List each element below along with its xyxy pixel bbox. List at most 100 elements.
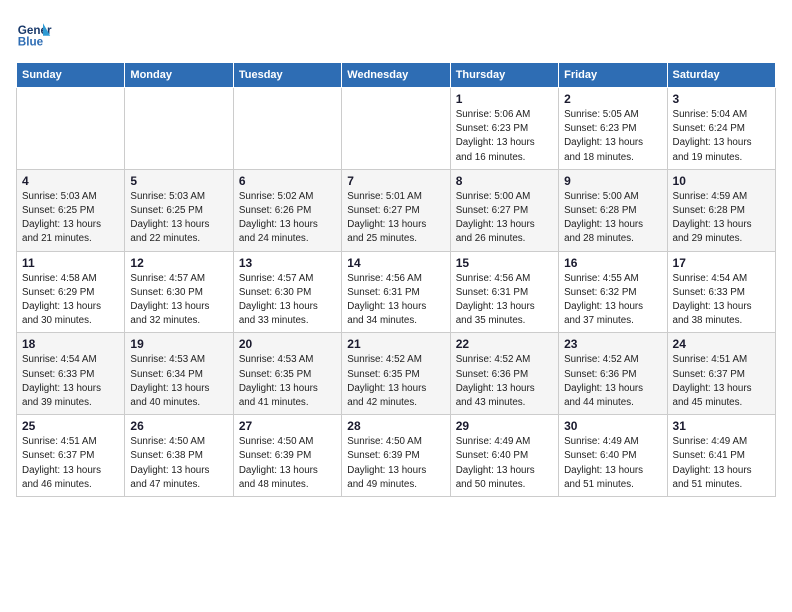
- day-cell: 4 Sunrise: 5:03 AM Sunset: 6:25 PM Daylig…: [17, 169, 125, 251]
- day-info: Sunrise: 4:51 AM Sunset: 6:37 PM Dayligh…: [22, 435, 119, 492]
- day-number: 7: [347, 174, 444, 188]
- day-info: Sunrise: 4:54 AM Sunset: 6:33 PM Dayligh…: [673, 272, 770, 329]
- day-cell: 16Sunrise: 4:55 AM Sunset: 6:32 PM Dayli…: [559, 251, 667, 333]
- day-info: Sunrise: 4:52 AM Sunset: 6:36 PM Dayligh…: [456, 353, 553, 410]
- day-cell: 13 Sunrise: 4:57 AM Sunset: 6:30 PM Dayli…: [233, 251, 341, 333]
- day-header-monday: Monday: [125, 63, 233, 88]
- day-cell: 7 Sunrise: 5:01 AM Sunset: 6:27 PM Daylig…: [342, 169, 450, 251]
- day-info: Sunrise: 5:02 AM Sunset: 6:26 PM Dayligh…: [239, 190, 336, 247]
- day-info: Sunrise: 5:00 AM Sunset: 6:27 PM Dayligh…: [456, 190, 553, 247]
- day-info: Sunrise: 4:50 AM Sunset: 6:38 PM Dayligh…: [130, 435, 227, 492]
- day-number: 8: [456, 174, 553, 188]
- week-row-2: 4 Sunrise: 5:03 AM Sunset: 6:25 PM Daylig…: [17, 169, 776, 251]
- day-cell: 3Sunrise: 5:04 AM Sunset: 6:24 PM Daylig…: [667, 88, 775, 170]
- week-row-1: 1 Sunrise: 5:06 AM Sunset: 6:23 PM Daylig…: [17, 88, 776, 170]
- day-number: 28: [347, 419, 444, 433]
- day-cell: 25 Sunrise: 4:51 AM Sunset: 6:37 PM Dayli…: [17, 415, 125, 497]
- day-cell: 1 Sunrise: 5:06 AM Sunset: 6:23 PM Daylig…: [450, 88, 558, 170]
- day-number: 21: [347, 337, 444, 351]
- page-header: General Blue: [16, 16, 776, 52]
- day-number: 2: [564, 92, 661, 106]
- day-number: 4: [22, 174, 119, 188]
- day-header-friday: Friday: [559, 63, 667, 88]
- day-number: 31: [673, 419, 770, 433]
- day-cell: 10 Sunrise: 4:59 AM Sunset: 6:28 PM Dayli…: [667, 169, 775, 251]
- day-info: Sunrise: 4:57 AM Sunset: 6:30 PM Dayligh…: [239, 272, 336, 329]
- day-number: 18: [22, 337, 119, 351]
- day-number: 27: [239, 419, 336, 433]
- day-number: 11: [22, 256, 119, 270]
- day-cell: 31 Sunrise: 4:49 AM Sunset: 6:41 PM Dayli…: [667, 415, 775, 497]
- day-cell: 26 Sunrise: 4:50 AM Sunset: 6:38 PM Dayli…: [125, 415, 233, 497]
- calendar-header: SundayMondayTuesdayWednesdayThursdayFrid…: [17, 63, 776, 88]
- day-cell: [233, 88, 341, 170]
- day-info: Sunrise: 4:49 AM Sunset: 6:41 PM Dayligh…: [673, 435, 770, 492]
- day-number: 1: [456, 92, 553, 106]
- day-info: Sunrise: 5:03 AM Sunset: 6:25 PM Dayligh…: [130, 190, 227, 247]
- day-header-thursday: Thursday: [450, 63, 558, 88]
- day-header-wednesday: Wednesday: [342, 63, 450, 88]
- day-number: 25: [22, 419, 119, 433]
- day-info: Sunrise: 4:55 AM Sunset: 6:32 PM Dayligh…: [564, 272, 661, 329]
- day-number: 6: [239, 174, 336, 188]
- day-info: Sunrise: 4:54 AM Sunset: 6:33 PM Dayligh…: [22, 353, 119, 410]
- day-info: Sunrise: 4:49 AM Sunset: 6:40 PM Dayligh…: [456, 435, 553, 492]
- day-number: 30: [564, 419, 661, 433]
- day-info: Sunrise: 4:57 AM Sunset: 6:30 PM Dayligh…: [130, 272, 227, 329]
- day-info: Sunrise: 4:59 AM Sunset: 6:28 PM Dayligh…: [673, 190, 770, 247]
- day-cell: 5Sunrise: 5:03 AM Sunset: 6:25 PM Daylig…: [125, 169, 233, 251]
- day-cell: 8 Sunrise: 5:00 AM Sunset: 6:27 PM Daylig…: [450, 169, 558, 251]
- day-cell: 20Sunrise: 4:53 AM Sunset: 6:35 PM Dayli…: [233, 333, 341, 415]
- day-info: Sunrise: 5:05 AM Sunset: 6:23 PM Dayligh…: [564, 108, 661, 165]
- day-number: 15: [456, 256, 553, 270]
- day-number: 29: [456, 419, 553, 433]
- day-cell: 9Sunrise: 5:00 AM Sunset: 6:28 PM Daylig…: [559, 169, 667, 251]
- day-header-tuesday: Tuesday: [233, 63, 341, 88]
- day-number: 20: [239, 337, 336, 351]
- day-cell: 14 Sunrise: 4:56 AM Sunset: 6:31 PM Dayli…: [342, 251, 450, 333]
- week-row-5: 25 Sunrise: 4:51 AM Sunset: 6:37 PM Dayli…: [17, 415, 776, 497]
- day-info: Sunrise: 5:06 AM Sunset: 6:23 PM Dayligh…: [456, 108, 553, 165]
- day-number: 13: [239, 256, 336, 270]
- day-number: 10: [673, 174, 770, 188]
- day-info: Sunrise: 5:03 AM Sunset: 6:25 PM Dayligh…: [22, 190, 119, 247]
- day-cell: [342, 88, 450, 170]
- day-info: Sunrise: 4:49 AM Sunset: 6:40 PM Dayligh…: [564, 435, 661, 492]
- day-cell: 15 Sunrise: 4:56 AM Sunset: 6:31 PM Dayli…: [450, 251, 558, 333]
- day-info: Sunrise: 5:01 AM Sunset: 6:27 PM Dayligh…: [347, 190, 444, 247]
- day-number: 26: [130, 419, 227, 433]
- day-info: Sunrise: 5:04 AM Sunset: 6:24 PM Dayligh…: [673, 108, 770, 165]
- day-info: Sunrise: 4:51 AM Sunset: 6:37 PM Dayligh…: [673, 353, 770, 410]
- day-number: 14: [347, 256, 444, 270]
- week-row-3: 11 Sunrise: 4:58 AM Sunset: 6:29 PM Dayli…: [17, 251, 776, 333]
- day-cell: 24Sunrise: 4:51 AM Sunset: 6:37 PM Dayli…: [667, 333, 775, 415]
- calendar-table: SundayMondayTuesdayWednesdayThursdayFrid…: [16, 62, 776, 497]
- logo-icon: General Blue: [16, 16, 52, 52]
- day-cell: 28Sunrise: 4:50 AM Sunset: 6:39 PM Dayli…: [342, 415, 450, 497]
- day-cell: 23Sunrise: 4:52 AM Sunset: 6:36 PM Dayli…: [559, 333, 667, 415]
- day-cell: 30 Sunrise: 4:49 AM Sunset: 6:40 PM Dayli…: [559, 415, 667, 497]
- day-cell: 2 Sunrise: 5:05 AM Sunset: 6:23 PM Daylig…: [559, 88, 667, 170]
- day-cell: 29 Sunrise: 4:49 AM Sunset: 6:40 PM Dayli…: [450, 415, 558, 497]
- day-header-saturday: Saturday: [667, 63, 775, 88]
- day-number: 12: [130, 256, 227, 270]
- day-cell: [125, 88, 233, 170]
- day-header-sunday: Sunday: [17, 63, 125, 88]
- svg-text:Blue: Blue: [18, 36, 44, 49]
- day-info: Sunrise: 4:52 AM Sunset: 6:35 PM Dayligh…: [347, 353, 444, 410]
- day-cell: 11 Sunrise: 4:58 AM Sunset: 6:29 PM Dayli…: [17, 251, 125, 333]
- day-cell: 12 Sunrise: 4:57 AM Sunset: 6:30 PM Dayli…: [125, 251, 233, 333]
- day-cell: 27Sunrise: 4:50 AM Sunset: 6:39 PM Dayli…: [233, 415, 341, 497]
- day-cell: [17, 88, 125, 170]
- logo: General Blue: [16, 16, 52, 52]
- day-cell: 18 Sunrise: 4:54 AM Sunset: 6:33 PM Dayli…: [17, 333, 125, 415]
- day-cell: 6 Sunrise: 5:02 AM Sunset: 6:26 PM Daylig…: [233, 169, 341, 251]
- week-row-4: 18 Sunrise: 4:54 AM Sunset: 6:33 PM Dayli…: [17, 333, 776, 415]
- day-cell: 21 Sunrise: 4:52 AM Sunset: 6:35 PM Dayli…: [342, 333, 450, 415]
- day-info: Sunrise: 5:00 AM Sunset: 6:28 PM Dayligh…: [564, 190, 661, 247]
- day-info: Sunrise: 4:56 AM Sunset: 6:31 PM Dayligh…: [347, 272, 444, 329]
- day-cell: 22Sunrise: 4:52 AM Sunset: 6:36 PM Dayli…: [450, 333, 558, 415]
- day-info: Sunrise: 4:56 AM Sunset: 6:31 PM Dayligh…: [456, 272, 553, 329]
- day-number: 23: [564, 337, 661, 351]
- day-info: Sunrise: 4:58 AM Sunset: 6:29 PM Dayligh…: [22, 272, 119, 329]
